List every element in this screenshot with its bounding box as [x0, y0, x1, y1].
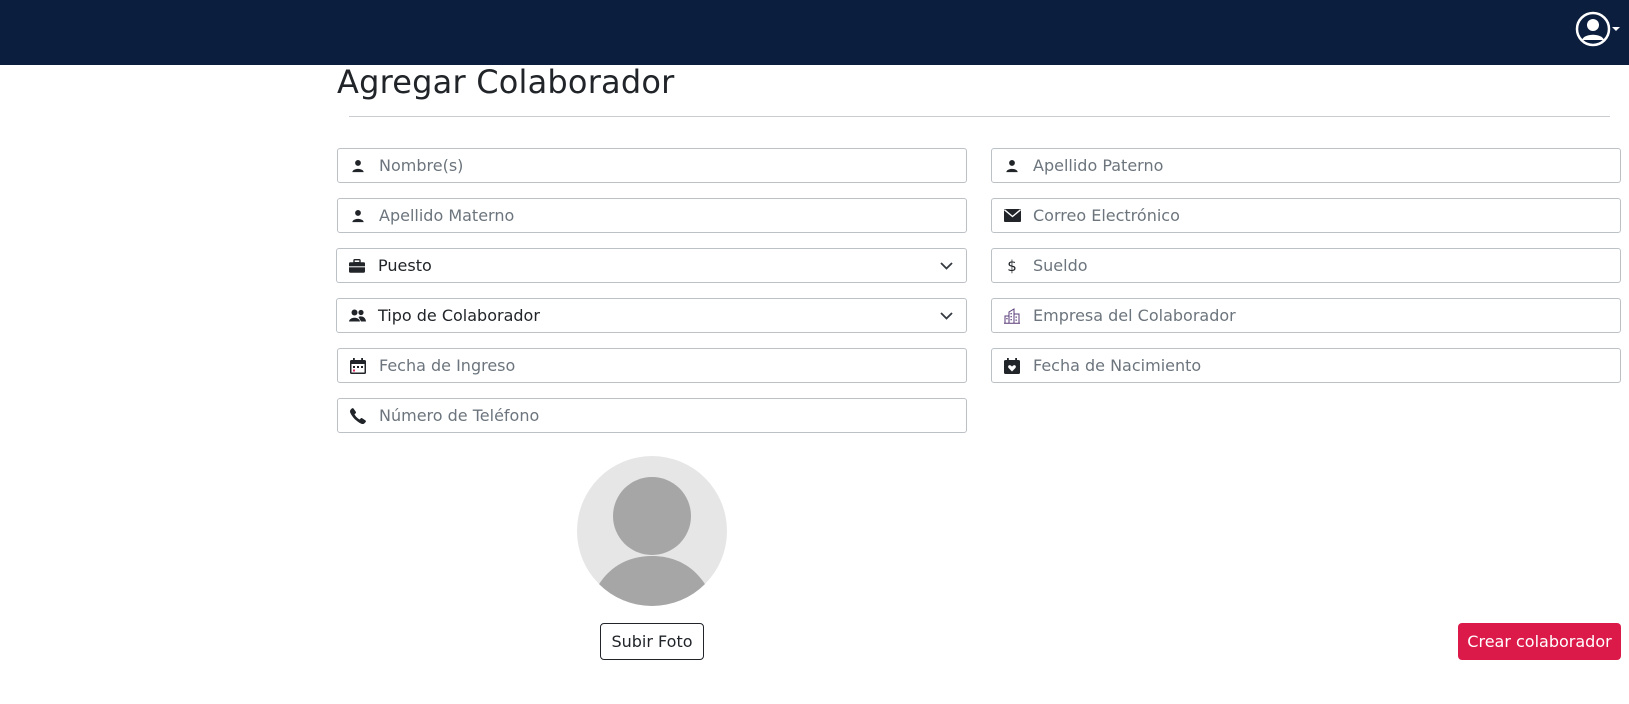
apellido-paterno-field	[991, 148, 1621, 183]
tipo-colaborador-select[interactable]: Tipo de Colaborador	[336, 298, 967, 333]
nombre-input[interactable]	[378, 149, 966, 182]
create-collaborator-button[interactable]: Crear colaborador	[1458, 623, 1621, 660]
empresa-field	[991, 298, 1621, 333]
tipo-colaborador-selected-value[interactable]: Tipo de Colaborador	[377, 299, 926, 332]
nombre-field	[337, 148, 967, 183]
people-icon	[337, 299, 377, 332]
chevron-down-icon[interactable]	[926, 311, 966, 320]
calendar-heart-icon	[992, 349, 1032, 382]
correo-field	[991, 198, 1621, 233]
person-icon	[992, 149, 1032, 182]
sueldo-input[interactable]	[1032, 249, 1620, 282]
building-icon	[992, 299, 1032, 332]
sueldo-field: $	[991, 248, 1621, 283]
caret-down-icon	[1612, 27, 1620, 31]
title-divider	[349, 116, 1610, 117]
telefono-input[interactable]	[378, 399, 966, 432]
telefono-field	[337, 398, 967, 433]
envelope-icon	[992, 199, 1032, 232]
upload-photo-button[interactable]: Subir Foto	[600, 623, 704, 660]
calendar-icon	[338, 349, 378, 382]
briefcase-icon	[337, 249, 377, 282]
user-circle-icon[interactable]	[1575, 11, 1611, 47]
chevron-down-icon[interactable]	[926, 261, 966, 270]
fecha-nacimiento-input[interactable]	[1032, 349, 1620, 382]
user-menu[interactable]	[1575, 11, 1621, 47]
correo-input[interactable]	[1032, 199, 1620, 232]
person-icon	[338, 199, 378, 232]
puesto-selected-value[interactable]: Puesto	[377, 249, 926, 282]
avatar-placeholder-icon	[589, 477, 715, 606]
apellido-paterno-input[interactable]	[1032, 149, 1620, 182]
apellido-materno-field	[337, 198, 967, 233]
fecha-ingreso-input[interactable]	[378, 349, 966, 382]
fecha-ingreso-field	[337, 348, 967, 383]
apellido-materno-input[interactable]	[378, 199, 966, 232]
empresa-input[interactable]	[1032, 299, 1620, 332]
puesto-select[interactable]: Puesto	[336, 248, 967, 283]
avatar-placeholder	[577, 456, 727, 606]
fecha-nacimiento-field	[991, 348, 1621, 383]
top-navbar	[0, 0, 1629, 65]
page-title: Agregar Colaborador	[337, 63, 675, 101]
dollar-icon: $	[1007, 256, 1017, 275]
person-icon	[338, 149, 378, 182]
phone-icon	[338, 399, 378, 432]
